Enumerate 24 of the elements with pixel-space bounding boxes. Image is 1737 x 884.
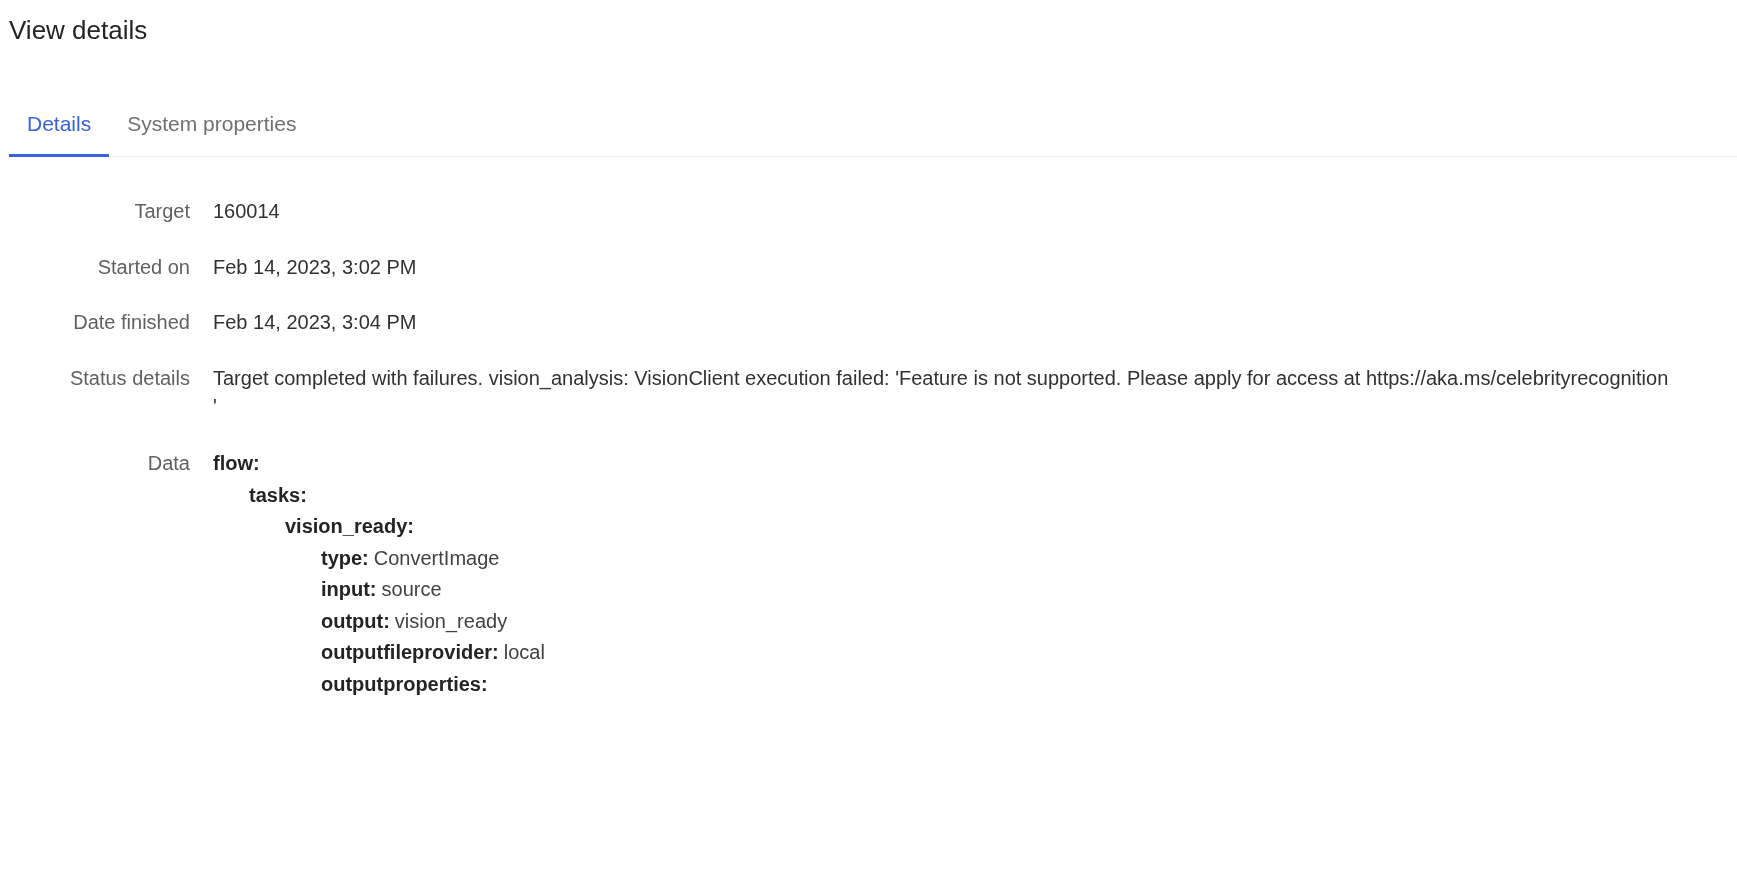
property-value: vision_ready bbox=[394, 608, 508, 635]
property-key: outputfileprovider: bbox=[321, 637, 499, 669]
property-key: tasks: bbox=[249, 479, 307, 511]
tab[interactable]: System properties bbox=[109, 92, 315, 157]
property-key: input: bbox=[321, 574, 377, 606]
field-value: 160014 bbox=[213, 200, 280, 222]
page-title: View details bbox=[9, 14, 148, 47]
field-value: Target completed with failures. vision_analysis: VisionClient execution failed: 'Feature is not supported. Please apply for access at https://aka.ms/celebrityrecognition ' bbox=[213, 366, 1669, 417]
field-label: Target bbox=[134, 199, 190, 224]
field-value: Feb 14, 2023, 3:04 PM bbox=[213, 311, 417, 333]
field-label: Date finished bbox=[73, 310, 190, 335]
property-key: vision_ready: bbox=[285, 511, 414, 543]
tab[interactable]: Details bbox=[9, 92, 110, 157]
property-value: local bbox=[503, 640, 545, 665]
property-value: ConvertImage bbox=[373, 545, 500, 571]
property-key: outputproperties: bbox=[321, 668, 488, 700]
property-key: type: bbox=[321, 542, 369, 574]
field-label: Data bbox=[147, 451, 190, 476]
property-key: flow: bbox=[213, 448, 260, 480]
field-value: Feb 14, 2023, 3:02 PM bbox=[213, 255, 417, 278]
property-key: output: bbox=[321, 605, 390, 637]
field-label: Status details bbox=[69, 365, 190, 391]
field-label: Started on bbox=[97, 254, 190, 280]
property-value: source bbox=[381, 577, 442, 602]
